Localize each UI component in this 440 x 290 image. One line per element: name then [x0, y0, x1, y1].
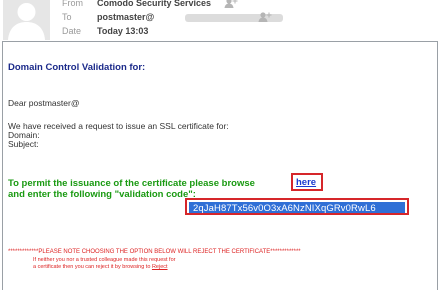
reject-explanation-1: If neither you nor a trusted colleague m…: [33, 257, 176, 263]
date-label: Date: [62, 26, 82, 36]
subject-label: Subject:: [8, 139, 39, 149]
here-link[interactable]: here: [296, 177, 316, 188]
enter-code-instruction: and enter the following "validation code…: [8, 189, 196, 200]
date-value: Today 13:03: [97, 26, 149, 36]
email-body: Domain Control Validation for: Dear post…: [2, 41, 438, 290]
validation-code-box: 2qJaH87Tx56v0O3xA6NzNIXqGRv0RwL6: [185, 198, 409, 215]
to-label: To: [62, 12, 72, 22]
sender-avatar: [3, 0, 50, 40]
permit-instruction: To permit the issuance of the certificat…: [8, 178, 255, 189]
reject-warning: *************PLEASE NOTE CHOOSING THE OP…: [8, 249, 301, 255]
reject-link[interactable]: Reject: [152, 264, 168, 270]
from-value[interactable]: Comodo Security Services: [97, 0, 211, 10]
validation-code[interactable]: 2qJaH87Tx56v0O3xA6NzNIXqGRv0RwL6: [193, 203, 376, 214]
add-contact-icon[interactable]: [258, 11, 272, 23]
here-highlight-box: here: [291, 173, 323, 191]
validation-code-selection[interactable]: 2qJaH87Tx56v0O3xA6NzNIXqGRv0RwL6: [189, 202, 405, 214]
request-line: We have received a request to issue an S…: [8, 121, 229, 131]
reject-explanation-2: a certificate then you can reject it by …: [33, 264, 168, 270]
to-value[interactable]: postmaster@: [97, 11, 154, 24]
greeting: Dear postmaster@: [8, 98, 80, 108]
email-title: Domain Control Validation for:: [8, 62, 146, 73]
from-label: From: [62, 0, 83, 8]
email-header: From Comodo Security Services To postmas…: [0, 0, 440, 40]
add-contact-icon[interactable]: [224, 0, 238, 9]
reject-explanation-text: a certificate then you can reject it by …: [33, 264, 151, 270]
